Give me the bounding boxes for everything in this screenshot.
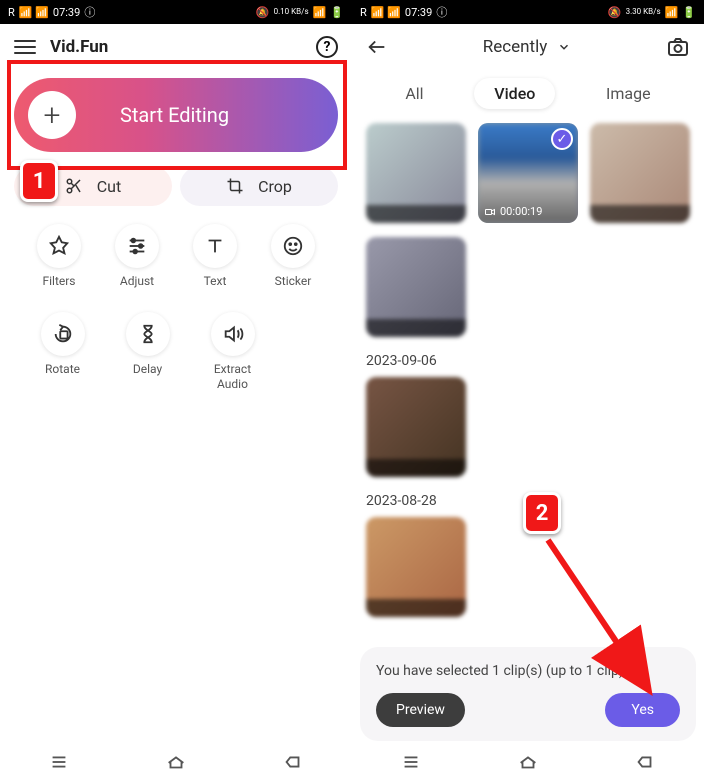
clock-label: 07:39 — [53, 6, 80, 19]
tool-sticker[interactable]: Sticker — [254, 224, 332, 288]
picker-header: Recently — [352, 24, 704, 70]
preview-button[interactable]: Preview — [376, 693, 465, 727]
tool-text[interactable]: Text — [176, 224, 254, 288]
annotation-badge-1: 1 — [20, 160, 58, 202]
thumbnail-row-4 — [352, 517, 704, 631]
crop-button[interactable]: Crop — [180, 166, 338, 206]
crop-label: Crop — [258, 177, 292, 196]
adjust-label: Adjust — [120, 274, 154, 288]
status-bar: R 📶 📶 07:39 ⓘ 🔕 0.10 KB/s 📶🔋 — [0, 0, 352, 24]
battery-icon: 🔋 — [682, 6, 696, 19]
thumbnail-row-1: ✓ 00:00:19 — [352, 123, 704, 237]
tool-rotate[interactable]: Rotate — [20, 312, 105, 391]
nav-home-icon[interactable] — [165, 751, 187, 773]
thumbnail-row-2 — [352, 237, 704, 351]
adjust-icon — [126, 235, 148, 257]
help-icon[interactable]: ? — [316, 36, 338, 58]
tools-grid: Filters Adjust Text Sticker Rotate — [0, 224, 352, 415]
tab-video[interactable]: Video — [474, 78, 555, 109]
app-title: Vid.Fun — [50, 37, 302, 57]
album-dropdown[interactable]: Recently — [402, 37, 652, 57]
video-thumb-selected[interactable]: ✓ 00:00:19 — [478, 123, 578, 223]
battery-icon: 🔋 — [330, 6, 344, 19]
duration-text: 00:00:19 — [500, 205, 542, 218]
clock-label: 07:39 — [405, 6, 432, 19]
tab-image[interactable]: Image — [586, 78, 671, 109]
selection-text: You have selected 1 clip(s) (up to 1 cli… — [376, 663, 680, 679]
filters-icon — [48, 235, 70, 257]
tool-extract-audio[interactable]: Extract Audio — [190, 312, 275, 391]
filters-label: Filters — [42, 274, 75, 288]
nav-bar — [352, 745, 704, 779]
tool-filters[interactable]: Filters — [20, 224, 98, 288]
video-cam-icon — [484, 206, 496, 218]
date-header: 2023-09-06 — [352, 351, 704, 377]
carrier-label: R — [8, 6, 15, 19]
selected-check-icon: ✓ — [551, 128, 573, 150]
text-icon — [204, 235, 226, 257]
nav-back-icon[interactable] — [282, 751, 304, 773]
extract-label: Extract Audio — [214, 362, 251, 391]
tab-all[interactable]: All — [385, 78, 443, 109]
phone-left: R 📶 📶 07:39 ⓘ 🔕 0.10 KB/s 📶🔋 Vid.Fun ? + Star… — [0, 0, 352, 779]
duration-label: 00:00:19 — [484, 205, 542, 218]
video-thumb[interactable] — [366, 123, 466, 223]
dropdown-label: Recently — [483, 37, 548, 57]
nav-home-icon[interactable] — [517, 751, 539, 773]
nav-back-icon[interactable] — [634, 751, 656, 773]
video-thumb[interactable] — [366, 517, 466, 617]
annotation-badge-2: 2 — [523, 492, 561, 534]
nav-bar — [0, 745, 352, 779]
thumbnail-row-3 — [352, 377, 704, 491]
wifi-icon: 📶 — [665, 6, 679, 19]
start-editing-label: Start Editing — [120, 103, 229, 127]
media-tabs: All Video Image — [352, 70, 704, 123]
video-thumb[interactable] — [366, 237, 466, 337]
signal-icon: 📶 📶 — [19, 6, 49, 19]
delay-label: Delay — [133, 362, 162, 376]
dnd-icon: 🔕 — [256, 6, 270, 19]
net-speed: 3.30 KB/s — [626, 8, 661, 16]
crop-icon — [226, 177, 244, 195]
rotate-icon — [52, 323, 74, 345]
back-icon[interactable] — [366, 36, 388, 58]
cut-label: Cut — [97, 177, 121, 196]
delay-icon — [137, 323, 159, 345]
camera-icon[interactable] — [666, 35, 690, 59]
selection-sheet: You have selected 1 clip(s) (up to 1 cli… — [360, 647, 696, 741]
info-icon: ⓘ — [436, 4, 447, 20]
phone-right: R 📶 📶 07:39 ⓘ 🔕 3.30 KB/s 📶🔋 Recently All Vid… — [352, 0, 704, 779]
sticker-icon — [282, 235, 304, 257]
tool-adjust[interactable]: Adjust — [98, 224, 176, 288]
net-speed: 0.10 KB/s — [274, 8, 309, 16]
nav-recent-icon[interactable] — [400, 751, 422, 773]
menu-icon[interactable] — [14, 36, 36, 58]
sticker-label: Sticker — [275, 274, 312, 288]
carrier-label: R — [360, 6, 367, 19]
chevron-down-icon — [557, 40, 571, 54]
app-header: Vid.Fun ? — [0, 24, 352, 70]
wifi-icon: 📶 — [313, 6, 327, 19]
audio-icon — [222, 323, 244, 345]
text-label: Text — [204, 274, 227, 288]
rotate-label: Rotate — [45, 362, 80, 376]
tool-delay[interactable]: Delay — [105, 312, 190, 391]
status-bar: R 📶 📶 07:39 ⓘ 🔕 3.30 KB/s 📶🔋 — [352, 0, 704, 24]
dnd-icon: 🔕 — [608, 6, 622, 19]
start-editing-button[interactable]: + Start Editing — [14, 78, 338, 152]
video-thumb[interactable] — [590, 123, 690, 223]
nav-recent-icon[interactable] — [48, 751, 70, 773]
scissors-icon — [65, 177, 83, 195]
plus-icon: + — [28, 91, 76, 139]
video-thumb[interactable] — [366, 377, 466, 477]
signal-icon: 📶 📶 — [371, 6, 401, 19]
yes-button[interactable]: Yes — [605, 693, 680, 727]
info-icon: ⓘ — [84, 4, 95, 20]
